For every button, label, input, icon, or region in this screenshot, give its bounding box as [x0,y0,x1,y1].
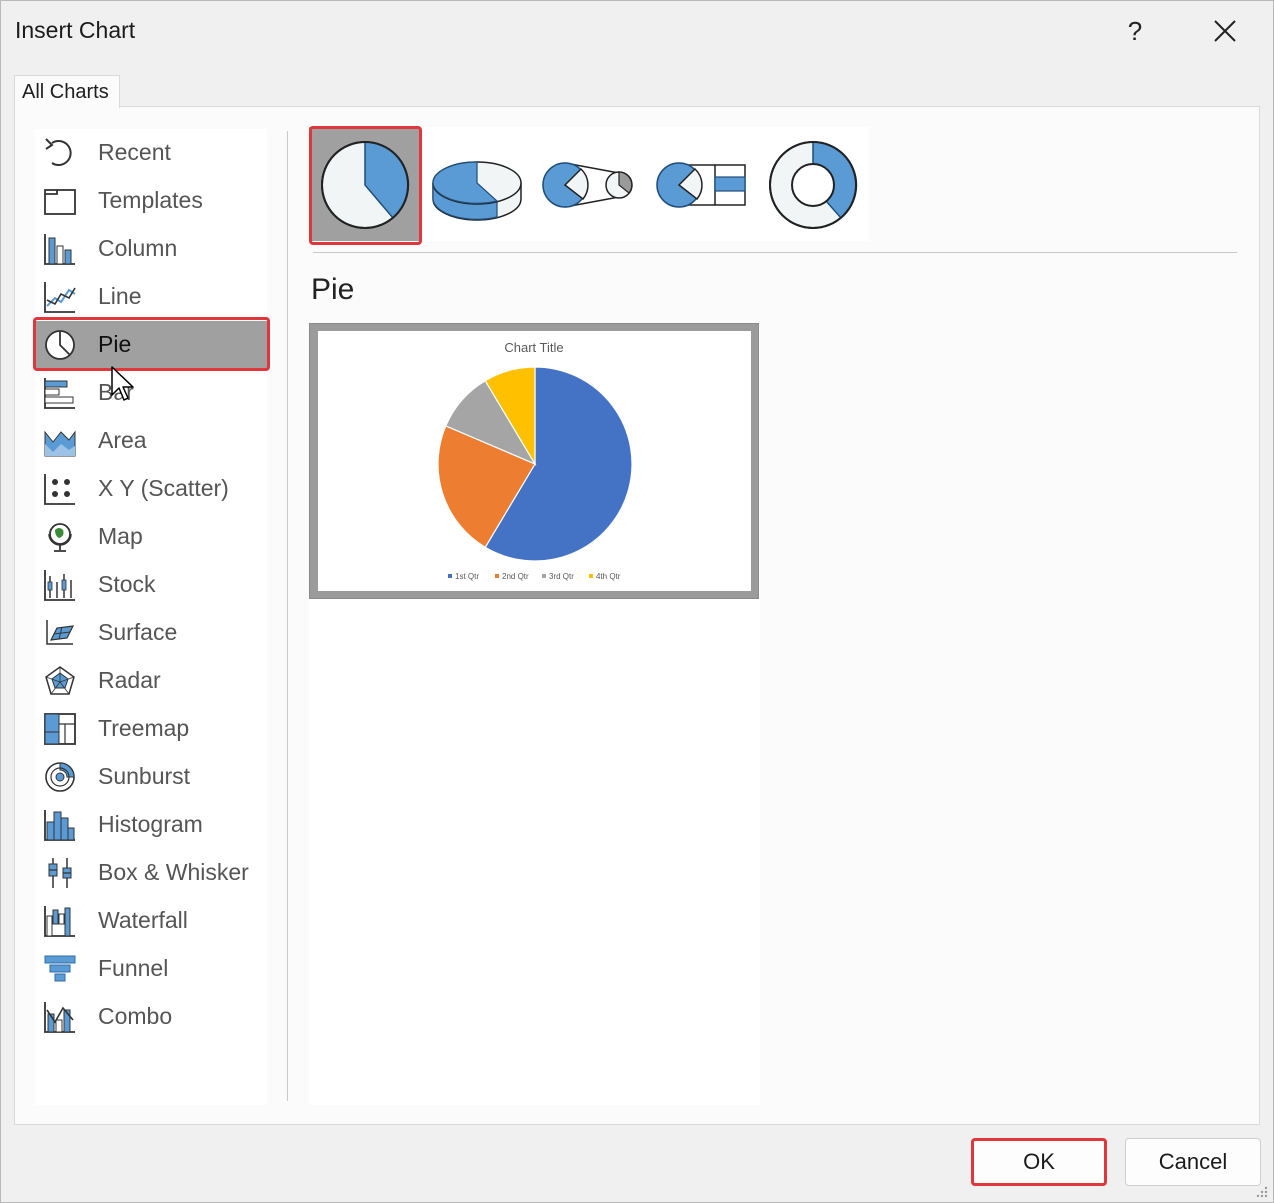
chart-type-radar[interactable]: Radar [35,657,267,705]
chart-title: Chart Title [504,340,563,355]
section-divider [313,252,1237,253]
chart-type-label: Funnel [98,955,169,981]
legend-label: 1st Qtr [455,572,479,581]
panel-divider [287,131,288,1101]
close-icon [1214,20,1236,42]
chart-preview[interactable]: Chart Title 1st Qtr 2nd Qtr 3rd Qtr 4th Qtr [309,323,759,599]
histogram-chart-icon [44,810,75,841]
cancel-button[interactable]: Cancel [1125,1138,1261,1186]
chart-type-label: Templates [98,187,203,213]
combo-chart-icon [44,1002,75,1033]
chart-type-label: Bar [98,379,134,405]
legend-label: 4th Qtr [596,572,621,581]
stock-chart-icon [44,570,75,601]
treemap-chart-icon [44,713,76,745]
dialog-title: Insert Chart [15,17,136,43]
legend-swatch [589,574,593,578]
chart-type-label: Line [98,283,142,309]
ok-button[interactable]: OK [971,1138,1107,1186]
area-chart-icon [44,430,76,457]
chart-type-label: Column [98,235,178,261]
legend-label: 2nd Qtr [502,572,529,581]
chart-type-templates[interactable]: Templates [35,177,267,225]
legend-swatch [495,574,499,578]
chart-type-label: Radar [98,667,161,693]
pie-chart: Chart Title 1st Qtr 2nd Qtr 3rd Qtr 4th Qtr [437,340,633,581]
close-button[interactable] [1201,9,1249,53]
map-chart-icon [48,523,72,552]
subtype-pie[interactable] [309,127,421,241]
chart-type-label: Map [98,523,143,549]
help-button[interactable]: ? [1115,9,1155,53]
chart-type-line[interactable]: Line [35,273,267,321]
insert-chart-dialog: Insert Chart ? All Charts Recent Templat… [0,0,1274,1203]
templates-icon [44,189,76,215]
chart-type-waterfall[interactable]: Waterfall [35,897,267,945]
line-chart-icon [44,282,76,313]
chart-type-surface[interactable]: Surface [35,609,267,657]
chart-type-combo[interactable]: Combo [35,993,267,1041]
waterfall-chart-icon [44,906,75,937]
chart-type-list: Recent Templates Column Line Pie Bar Are… [35,129,267,1105]
subtype-bar-of-pie[interactable] [645,127,757,241]
chart-type-label: Histogram [98,811,203,837]
chart-type-label: Surface [98,619,178,645]
chart-type-stock[interactable]: Stock [35,561,267,609]
chart-preview-canvas: Chart Title 1st Qtr 2nd Qtr 3rd Qtr 4th Qtr [318,331,751,591]
chart-type-bar[interactable]: Bar [35,369,267,417]
tab-all-charts[interactable]: All Charts [14,75,120,108]
chart-type-label: Pie [98,331,132,357]
doughnut-subtype-icon [769,141,858,229]
subtype-3d-pie[interactable] [421,127,533,241]
chart-type-label: Waterfall [98,907,188,933]
resize-grip-icon[interactable] [1253,1185,1269,1199]
chart-type-label: Combo [98,1003,173,1029]
title-bar: Insert Chart ? [1,1,1273,63]
chart-type-area[interactable]: Area [35,417,267,465]
pie-subtype-icon [321,141,410,229]
legend-swatch [448,574,452,578]
chart-type-box-whisker[interactable]: Box & Whisker [35,849,267,897]
chart-type-column[interactable]: Column [35,225,267,273]
chart-type-histogram[interactable]: Histogram [35,801,267,849]
chart-type-label: X Y (Scatter) [98,475,229,501]
subtype-doughnut[interactable] [757,127,869,241]
subtype-pie-of-pie[interactable] [533,127,645,241]
legend-swatch [542,574,546,578]
pie-chart-icon [45,330,75,360]
chart-type-label: Treemap [98,715,190,741]
recent-icon [45,138,72,166]
chart-subtype-strip [309,127,869,241]
chart-type-label: Box & Whisker [98,859,249,885]
chart-type-treemap[interactable]: Treemap [35,705,267,753]
sunburst-chart-icon [45,762,75,792]
legend-label: 3rd Qtr [549,572,574,581]
chart-type-label: Area [98,427,147,453]
chart-type-label: Sunburst [98,763,191,789]
pie-of-pie-subtype-icon [542,162,633,208]
chart-type-map[interactable]: Map [35,513,267,561]
scatter-chart-icon [44,474,75,505]
chart-type-funnel[interactable]: Funnel [35,945,267,993]
surface-chart-icon [46,620,75,645]
3d-pie-subtype-icon [432,161,522,221]
column-chart-icon [44,234,75,265]
radar-chart-icon [45,666,75,695]
chart-type-heading: Pie [311,273,355,306]
box-whisker-chart-icon [48,858,72,888]
bar-chart-icon [44,378,75,409]
chart-type-sunburst[interactable]: Sunburst [35,753,267,801]
chart-type-recent[interactable]: Recent [35,129,267,177]
chart-type-pie[interactable]: Pie [35,321,267,369]
bar-of-pie-subtype-icon [656,162,746,208]
chart-type-scatter[interactable]: X Y (Scatter) [35,465,267,513]
chart-type-label: Recent [98,139,171,165]
funnel-chart-icon [44,955,76,982]
chart-type-label: Stock [98,571,156,597]
